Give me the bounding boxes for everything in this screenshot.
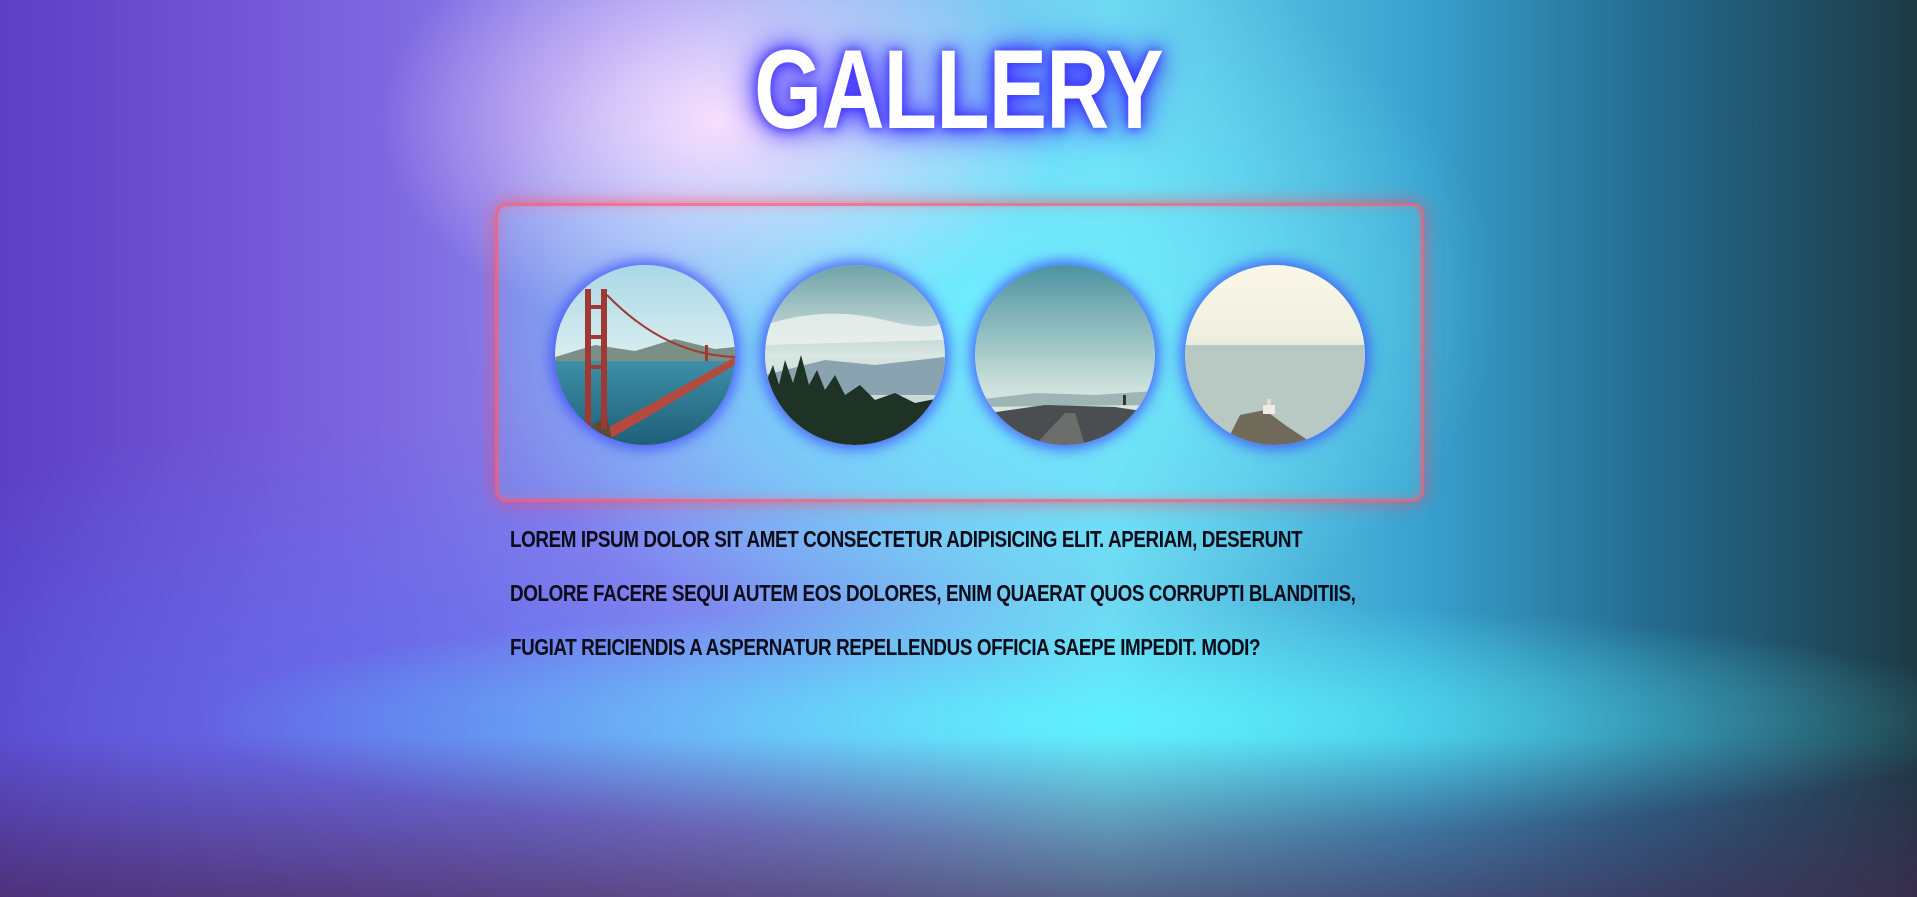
gallery-container	[495, 203, 1424, 502]
forest-photo	[765, 265, 945, 445]
cliff-photo	[1185, 265, 1365, 445]
gallery-image-coastal-road[interactable]	[975, 265, 1155, 445]
gallery-description: Lorem ipsum dolor sit amet consectetur a…	[510, 526, 1356, 660]
gallery-image-forest-mountains[interactable]	[765, 265, 945, 445]
bridge-photo	[555, 265, 735, 445]
gallery-image-sea-cliff[interactable]	[1185, 265, 1365, 445]
coast-photo	[975, 265, 1155, 445]
page-title: GALLERY	[754, 27, 1163, 152]
gallery-image-golden-gate-bridge[interactable]	[555, 265, 735, 445]
